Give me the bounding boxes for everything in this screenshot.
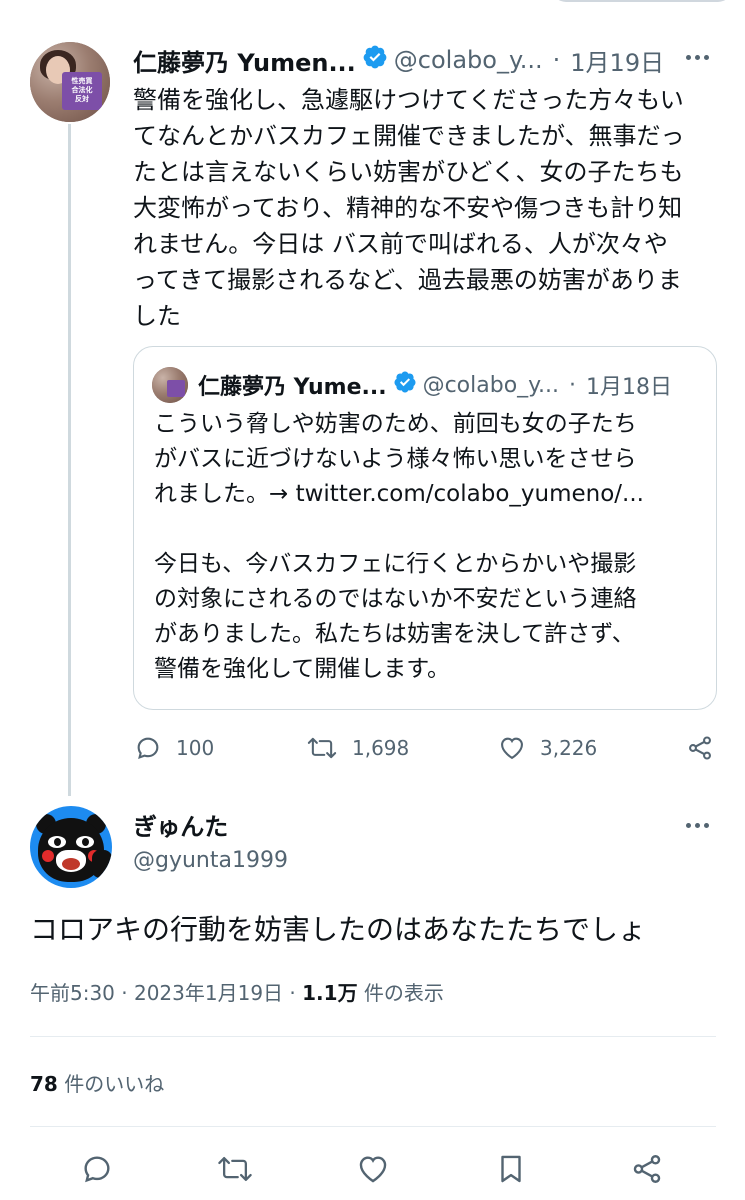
text-line: こういう脅しや妨害のため、前回も女の子たち <box>154 411 637 437</box>
retweet-icon <box>307 737 337 759</box>
like-button[interactable] <box>356 1152 390 1190</box>
text-line: てなんとかバスカフェ開催できましたが、無事だっ <box>133 122 685 150</box>
parent-tweet-header: 仁藤夢乃 Yumen... @colabo_y... · 1月19日 <box>133 42 664 78</box>
quoted-tweet-header: 仁藤夢乃 Yume... @colabo_y... · 1月18日 <box>198 365 672 405</box>
text-line: 警備を強化して開催します。 <box>154 656 451 682</box>
text-line: 今日も、今バスカフェに行くとからかいや撮影 <box>154 551 637 577</box>
text-line: の対象にされるのではないか不安だという連絡 <box>154 586 637 612</box>
share-icon <box>689 736 711 760</box>
share-button[interactable] <box>686 734 714 762</box>
text-line: 大変怖がっており、精神的な不安や傷つきも計り知 <box>133 194 683 222</box>
reply-author-name-row: ぎゅんた <box>133 806 228 842</box>
text-line: がありました。私たちは妨害を決して許さず、 <box>154 621 635 647</box>
text-line: れません。今日は バス前で叫ばれる、人が次々や <box>133 230 668 258</box>
quoted-author-avatar <box>152 367 188 403</box>
parent-author-name[interactable]: 仁藤夢乃 Yumen... <box>133 43 356 78</box>
reply-tweet-time[interactable]: 午前5:30 · 2023年1月19日 · <box>30 981 302 1005</box>
reply-tweet-meta: 午前5:30 · 2023年1月19日 · 1.1万 件の表示 <box>30 977 444 1006</box>
views-count: 1.1万 <box>302 981 358 1005</box>
reply-tweet-action-bar <box>0 1144 745 1192</box>
reply-icon <box>137 737 159 759</box>
more-icon[interactable] <box>686 823 709 828</box>
heart-icon <box>501 737 523 760</box>
previous-card-edge <box>552 0 732 2</box>
retweet-button[interactable] <box>216 1152 254 1190</box>
quoted-tweet-text: こういう脅しや妨害のため、前回も女の子たち がバスに近づけないよう様々怖い思いを… <box>154 407 714 687</box>
parent-tweet-text: 警備を強化し、急遽駆けつけてくださった方々もい てなんとかバスカフェ開催できまし… <box>133 82 723 334</box>
parent-tweet-date[interactable]: 1月19日 <box>570 43 664 78</box>
quoted-author-name: 仁藤夢乃 Yume... <box>198 375 387 400</box>
bookmark-button[interactable] <box>494 1152 528 1190</box>
reply-count: 100 <box>176 736 215 760</box>
retweet-button[interactable]: 1,698 <box>306 734 409 762</box>
text-line: した <box>133 302 181 330</box>
parent-tweet-actions: 100 1,698 3,226 <box>134 730 719 766</box>
reply-author-name[interactable]: ぎゅんた <box>133 807 228 842</box>
quoted-tweet-date: 1月18日 <box>586 375 673 400</box>
parent-author-avatar[interactable]: 性売買 合法化 反対 <box>30 42 110 122</box>
reply-author-avatar[interactable] <box>30 806 112 888</box>
retweet-icon <box>218 1156 252 1182</box>
thread-connector-line <box>68 124 71 796</box>
like-button[interactable]: 3,226 <box>498 734 597 762</box>
share-icon <box>633 1155 661 1183</box>
reply-tweet-text: コロアキの行動を妨害したのはあなたたちでしょ <box>30 913 647 946</box>
parent-author-handle[interactable]: @colabo_y... <box>394 46 543 74</box>
text-line: がバスに近づけないよう様々怖い思いをさせら <box>154 446 637 472</box>
verified-badge-icon <box>393 370 417 400</box>
like-count: 3,226 <box>540 736 598 760</box>
avatar-sign: 性売買 合法化 反対 <box>62 72 102 110</box>
verified-badge-icon <box>362 44 388 76</box>
text-line: たとは言えないくらい妨害がひどく、女の子たちも <box>133 158 684 186</box>
header-separator: · <box>552 46 561 74</box>
header-separator: · <box>569 372 577 398</box>
divider <box>30 1036 716 1037</box>
heart-icon <box>359 1156 387 1183</box>
views-label: 件の表示 <box>357 981 444 1005</box>
quoted-author-handle: @colabo_y... <box>422 372 560 398</box>
quoted-tweet-card[interactable]: 仁藤夢乃 Yume... @colabo_y... · 1月18日 こういう脅し… <box>133 346 717 710</box>
share-button[interactable] <box>630 1152 664 1190</box>
text-line: 警備を強化し、急遽駆けつけてくださった方々もい <box>133 86 684 114</box>
likes-count: 78 <box>30 1072 58 1096</box>
reply-icon <box>84 1156 110 1183</box>
likes-label: 件のいいね <box>57 1072 165 1096</box>
likes-summary[interactable]: 78 件のいいね <box>30 1068 164 1097</box>
reply-author-handle-row: @gyunta1999 <box>133 842 288 878</box>
reply-button[interactable] <box>80 1152 114 1190</box>
bookmark-icon <box>501 1155 521 1183</box>
more-icon[interactable] <box>686 55 709 60</box>
reply-author-handle[interactable]: @gyunta1999 <box>133 848 288 873</box>
reply-button[interactable]: 100 <box>134 734 214 762</box>
retweet-count: 1,698 <box>352 736 410 760</box>
divider <box>30 1126 716 1127</box>
text-line: ってきて撮影されるなど、過去最悪の妨害がありま <box>133 266 682 294</box>
text-line-with-link[interactable]: れました。→ twitter.com/colabo_yumeno/... <box>154 477 714 512</box>
